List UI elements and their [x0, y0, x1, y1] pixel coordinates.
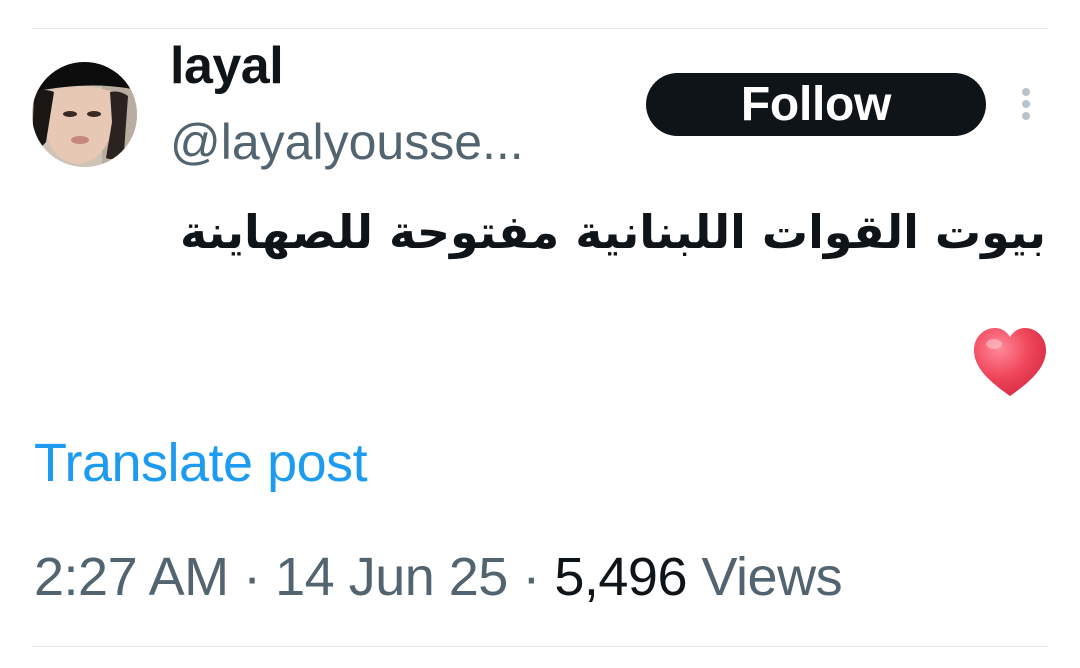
- follow-button[interactable]: Follow: [646, 73, 986, 136]
- post-time[interactable]: 2:27 AM: [34, 547, 229, 607]
- more-vertical-icon[interactable]: [1014, 86, 1038, 126]
- views-label: Views: [701, 547, 843, 607]
- author-handle[interactable]: @layalyousse...: [170, 117, 524, 167]
- author-display-name[interactable]: layal: [170, 40, 284, 92]
- avatar[interactable]: [32, 62, 137, 167]
- red-heart-icon: [972, 326, 1048, 398]
- top-divider: [32, 28, 1048, 29]
- translate-post-link[interactable]: Translate post: [34, 433, 368, 493]
- post-date[interactable]: 14 Jun 25: [275, 547, 508, 607]
- bottom-divider: [32, 646, 1048, 647]
- views-count: 5,496: [554, 547, 687, 607]
- meta-separator: ·: [243, 547, 261, 607]
- meta-separator: ·: [522, 547, 540, 607]
- post-text: بيوت القوات اللبنانية مفتوحة للصهاينة: [180, 205, 1046, 259]
- post-metadata: 2:27 AM · 14 Jun 25 · 5,496 Views: [34, 547, 843, 607]
